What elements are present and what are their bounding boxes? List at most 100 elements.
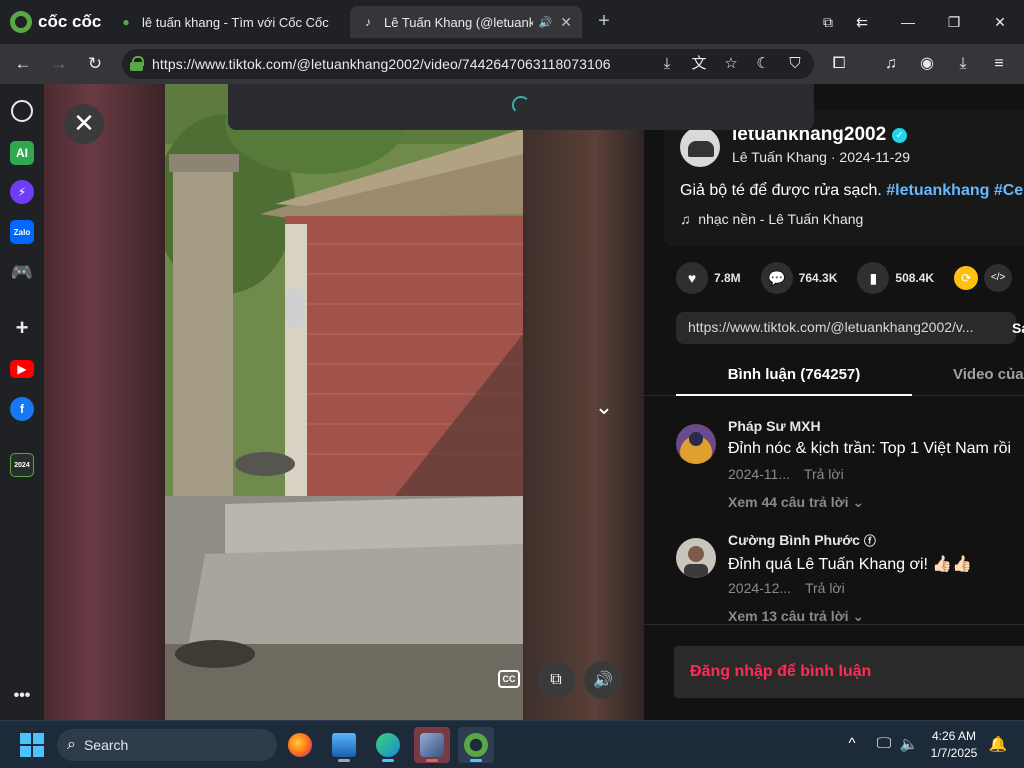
copy-link-button[interactable]: Sa (1006, 312, 1024, 344)
comment-date: 2024-12... (728, 580, 792, 596)
media-player-taskbar-icon[interactable] (414, 727, 450, 763)
speaker-icon[interactable]: 🔊 (539, 16, 553, 29)
like-button[interactable]: ♥ 7.8M (676, 262, 741, 294)
reply-button[interactable]: Trả lời (804, 466, 844, 482)
music-note-icon: ♫ (680, 211, 691, 227)
tab-search[interactable]: ● lê tuấn khang - Tìm với Cốc Cốc (108, 6, 346, 38)
address-bar[interactable]: https://www.tiktok.com/@letuankhang2002/… (122, 49, 814, 79)
share-repost-icon[interactable]: ⟳ (954, 266, 979, 290)
video-player[interactable] (165, 84, 523, 720)
profile-icon[interactable]: ◉ (914, 52, 940, 76)
maximize-icon[interactable]: ❐ (940, 10, 968, 34)
bookmark-star-icon[interactable]: ☆ (720, 53, 742, 75)
verified-badge-icon: ✓ (892, 127, 908, 143)
downloads-icon[interactable]: ⤓ (950, 52, 976, 76)
tab-comments[interactable]: Bình luận (764257) (676, 356, 912, 396)
zalo-icon[interactable]: Zalo (10, 220, 34, 244)
commenter-avatar[interactable] (676, 538, 716, 578)
lock-icon[interactable] (130, 56, 144, 72)
url-text[interactable]: https://www.tiktok.com/@letuankhang2002/… (152, 56, 611, 72)
picture-in-picture-button[interactable]: ⧉ (537, 661, 575, 699)
like-count: 7.8M (714, 271, 741, 285)
game-controller-icon[interactable]: 🎮 (10, 260, 34, 284)
loading-spinner-icon (512, 96, 530, 114)
view-replies-button[interactable]: Xem 13 câu trả lời ⌄ (728, 608, 864, 624)
close-window-icon[interactable]: ✕ (986, 10, 1014, 34)
bookmark-icon: ▮ (857, 262, 890, 294)
messenger-icon[interactable]: ⚡ (10, 180, 34, 204)
coccoc-logo[interactable]: cốc cốc (10, 10, 101, 34)
comment-list: Pháp Sư MXH Đỉnh nóc & kịch trần: Top 1 … (644, 396, 1024, 624)
commenter-avatar[interactable] (676, 424, 716, 464)
author-avatar[interactable] (680, 127, 720, 167)
new-tab-icon[interactable]: + (592, 10, 616, 34)
edge-taskbar-icon[interactable] (370, 727, 406, 763)
media-control-icon[interactable]: ♫ (878, 52, 904, 76)
ai-chat-icon[interactable]: AI (10, 141, 34, 165)
show-hidden-icons-chevron[interactable]: ^ (840, 735, 864, 752)
description-text: Giả bộ té để được rửa sạch. (680, 182, 882, 199)
volume-muted-icon[interactable]: 🔈 (897, 735, 921, 753)
year-2024-icon[interactable]: 2024 (10, 453, 34, 477)
coccoc-taskbar-icon[interactable] (458, 727, 494, 763)
volume-button[interactable]: 🔊 (584, 661, 622, 699)
clock-time: 4:26 AM (931, 729, 977, 743)
notifications-bell-icon[interactable]: 🔔 (986, 735, 1010, 753)
comment-count: 764.3K (798, 271, 838, 285)
add-sidebar-app-icon[interactable]: + (10, 315, 34, 340)
tab-title: lê tuấn khang - Tìm với Cốc Cốc (142, 14, 329, 30)
share-link-field[interactable]: https://www.tiktok.com/@letuankhang2002/… (676, 312, 1016, 344)
comment-tabs: Bình luận (764257) Video của n (644, 356, 1024, 396)
translate-icon[interactable]: 文 (688, 53, 710, 75)
shield-icon[interactable]: ⛉ (784, 53, 806, 75)
dark-mode-icon[interactable]: ☾ (752, 53, 774, 75)
hashtag-links[interactable]: #letuankhang #Ce (886, 182, 1023, 199)
windows-taskbar: ⌕ Search ^ 🖵 🔈 4:26 AM 1/7/2025 🔔 (0, 720, 1024, 768)
history-icon[interactable] (11, 100, 33, 122)
save-button[interactable]: ▮ 508.4K (857, 262, 934, 294)
menu-icon[interactable]: ≡ (986, 52, 1012, 76)
tab-creator-videos[interactable]: Video của n (953, 356, 1024, 396)
embed-code-icon[interactable]: </> (984, 264, 1013, 292)
commenter-name[interactable]: Pháp Sư MXH (728, 418, 821, 434)
music-link[interactable]: ♫ nhạc nền - Lê Tuấn Khang (680, 211, 863, 227)
toolbar: ← → ↻ https://www.tiktok.com/@letuankhan… (0, 44, 1024, 84)
post-description: Giả bộ té để được rửa sạch. #letuankhang… (680, 182, 1023, 200)
windows-start-icon[interactable] (20, 733, 44, 757)
network-icon[interactable]: 🖵 (872, 735, 896, 752)
facebook-icon[interactable]: f (10, 397, 34, 421)
browser-tab-strip: cốc cốc ● lê tuấn khang - Tìm với Cốc Cố… (0, 0, 1024, 44)
next-video-chevron-icon[interactable]: ⌄ (590, 393, 618, 421)
commenter-name-text: Cường Bình Phước (728, 532, 860, 548)
search-icon: ⌕ (67, 736, 76, 753)
captions-button[interactable]: CC (498, 670, 520, 688)
login-to-comment-button[interactable]: Đăng nhập để bình luận (674, 646, 1024, 698)
music-title: nhạc nền - Lê Tuấn Khang (698, 211, 864, 227)
reload-icon[interactable]: ↻ (82, 52, 108, 76)
extensions-icon[interactable]: ⧠ (826, 52, 852, 76)
more-icon[interactable]: ••• (10, 684, 34, 708)
tab-search-icon[interactable]: ⇇ (848, 10, 876, 34)
screenshot-icon[interactable]: ⧉ (814, 10, 842, 34)
back-icon[interactable]: ← (10, 52, 36, 76)
view-replies-button[interactable]: Xem 44 câu trả lời ⌄ (728, 494, 864, 511)
save-count: 508.4K (895, 271, 935, 285)
close-video-button[interactable]: ✕ (64, 104, 104, 144)
tiktok-tab-icon: ♪ (365, 15, 371, 29)
reply-button[interactable]: Trả lời (805, 580, 845, 596)
download-video-icon[interactable]: ⤓ (656, 53, 678, 75)
firefox-taskbar-icon[interactable] (282, 727, 318, 763)
tab-title: Lê Tuấn Khang (@letuankhang (384, 14, 533, 30)
youtube-icon[interactable]: ▶ (10, 360, 34, 378)
photos-taskbar-icon[interactable] (326, 727, 362, 763)
taskbar-search[interactable]: ⌕ Search (57, 729, 277, 761)
taskbar-clock[interactable]: 4:26 AM 1/7/2025 (922, 728, 986, 762)
forward-icon[interactable]: → (46, 52, 72, 76)
commenter-name[interactable]: Cường Bình Phước ⓕ (728, 532, 876, 549)
facebook-badge-icon: ⓕ (863, 534, 876, 548)
close-tab-icon[interactable]: ✕ (560, 14, 572, 31)
tab-tiktok[interactable]: ♪ Lê Tuấn Khang (@letuankhang 🔊 ✕ (350, 6, 582, 38)
minimize-icon[interactable]: — (894, 10, 922, 34)
comment-button[interactable]: 💬 764.3K (760, 262, 838, 294)
heart-icon: ♥ (676, 262, 708, 294)
